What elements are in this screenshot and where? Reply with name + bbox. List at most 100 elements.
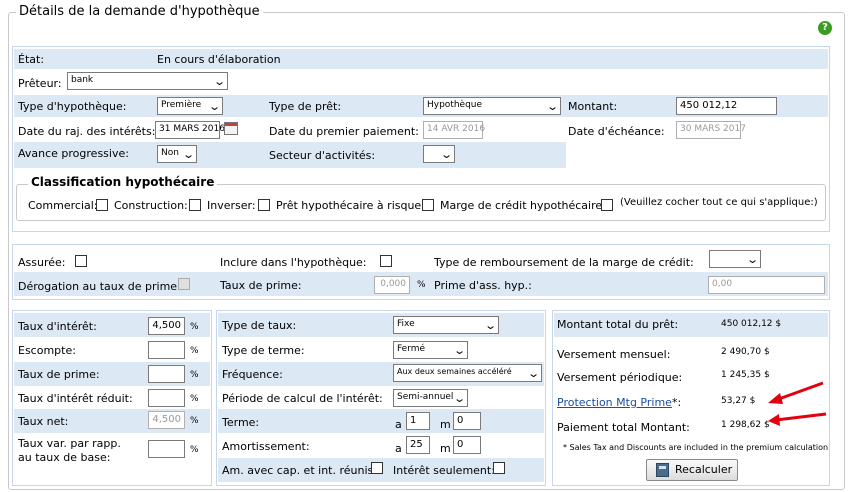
amort-annees-input[interactable]: 25 <box>406 436 430 454</box>
type-terme-label: Type de terme: <box>222 344 305 357</box>
commercial-checkbox[interactable] <box>96 199 108 211</box>
type-pret-select[interactable]: Hypothèque ⌄ <box>423 97 561 115</box>
mensuel-label: Versement mensuel: <box>557 348 671 361</box>
taux-prime-pct: % <box>417 280 426 290</box>
interet-seul-label: Intérêt seulement: <box>393 464 495 477</box>
terme-a: a <box>395 418 402 431</box>
arrow-protection-icon <box>768 381 824 404</box>
terme-annees-input[interactable]: 1 <box>406 412 430 430</box>
pct-1: % <box>190 322 199 332</box>
construction-label: Construction: <box>114 199 188 212</box>
amort-a: a <box>395 442 402 455</box>
date-raj-label: Date du raj. des intérêts: <box>18 125 156 138</box>
frequence-select[interactable]: Aux deux semaines accéléré ⌄ <box>393 364 542 382</box>
help-icon[interactable]: ? <box>818 21 832 35</box>
etat-label: État: <box>18 53 45 66</box>
taux-var-label-1: Taux var. par rapp. <box>18 437 121 450</box>
calculator-icon <box>656 463 669 477</box>
amort-mois-input[interactable]: 0 <box>453 436 481 454</box>
mensuel-value: 2 490,70 $ <box>721 347 770 357</box>
type-taux-label: Type de taux: <box>222 319 297 332</box>
escompte-label: Escompte: <box>18 344 76 357</box>
periodique-label: Versement périodique: <box>557 371 683 384</box>
date-premier-input[interactable]: 14 AVR 2016 <box>423 121 485 139</box>
type-pret-label: Type de prêt: <box>269 100 342 113</box>
protection-link[interactable]: Protection Mtg Prime <box>557 396 672 409</box>
taux-prime-rate-input[interactable] <box>148 365 185 383</box>
pct-3: % <box>190 370 199 380</box>
derogation-checkbox[interactable] <box>178 278 190 290</box>
taux-net-label: Taux net: <box>18 415 69 428</box>
periode-label: Période de calcul de l'intérêt: <box>222 392 383 405</box>
preteur-select[interactable]: bank ⌄ <box>67 72 228 90</box>
avance-select[interactable]: Non ⌄ <box>157 145 197 163</box>
taux-interet-input[interactable]: 4,500 <box>148 317 185 335</box>
periode-select[interactable]: Semi-annuel ⌄ <box>393 389 468 407</box>
premium-note: * Sales Tax and Discounts are included i… <box>563 443 829 452</box>
amort-label: Amortissement: <box>222 440 310 453</box>
prime-ass-label: Prime d'ass. hyp.: <box>434 279 532 292</box>
date-raj-input[interactable]: 31 MARS 2016 <box>155 121 225 139</box>
am-cap-label: Am. avec cap. et int. réunis: <box>222 464 377 477</box>
taux-interet-label: Taux d'intérêt: <box>18 320 97 333</box>
type-terme-select[interactable]: Fermé ⌄ <box>393 341 468 359</box>
assuree-label: Assurée: <box>18 256 66 269</box>
secteur-label: Secteur d'activités: <box>269 149 376 162</box>
montant-input[interactable]: 450 012,12 <box>676 97 777 115</box>
date-echeance-input[interactable]: 30 MARS 2017 <box>676 121 746 139</box>
marge-checkbox[interactable] <box>601 199 613 211</box>
commercial-label: Commercial: <box>28 199 98 212</box>
prime-ass-input[interactable]: 0,00 <box>708 276 825 294</box>
date-premier-label: Date du premier paiement: <box>269 125 419 138</box>
terme-m: m <box>440 418 451 431</box>
pct-2: % <box>190 346 199 356</box>
inclure-label: Inclure dans l'hypothèque: <box>220 256 367 269</box>
montant-total-value: 450 012,12 $ <box>721 319 782 329</box>
am-cap-checkbox[interactable] <box>371 462 383 474</box>
marge-label: Marge de crédit hypothécaire: <box>440 199 606 212</box>
inverser-label: Inverser: <box>207 199 256 212</box>
construction-checkbox[interactable] <box>189 199 201 211</box>
page-title: Détails de la demande d'hypothèque <box>16 4 263 19</box>
montant-total-label: Montant total du prêt: <box>557 318 679 331</box>
terme-mois-input[interactable]: 0 <box>453 412 481 430</box>
recalculer-button[interactable]: Recalculer <box>646 459 738 481</box>
calendar-icon[interactable] <box>224 122 238 135</box>
taux-var-label-2: au taux de base: <box>18 451 111 464</box>
interet-seul-checkbox[interactable] <box>493 462 505 474</box>
annotation-arrows <box>768 381 827 426</box>
taux-prime-input[interactable]: 0,000 <box>374 276 410 294</box>
preteur-label: Prêteur: <box>18 77 62 90</box>
type-taux-select[interactable]: Fixe ⌄ <box>393 316 499 334</box>
taux-var-input[interactable] <box>148 440 185 458</box>
date-echeance-label: Date d'échéance: <box>568 125 665 138</box>
secteur-select[interactable]: ⌄ <box>423 145 455 163</box>
taux-reduit-input[interactable] <box>148 389 185 407</box>
risque-checkbox[interactable] <box>422 199 434 211</box>
type-hypotheque-select[interactable]: Première ⌄ <box>157 97 223 115</box>
classification-legend: Classification hypothécaire <box>28 175 218 189</box>
row-terme <box>218 409 544 433</box>
taux-reduit-label: Taux d'intérêt réduit: <box>18 392 133 405</box>
inverser-checkbox[interactable] <box>258 199 270 211</box>
amort-m: m <box>440 442 451 455</box>
avance-label: Avance progressive: <box>18 147 129 160</box>
arrow-paiement-total-icon <box>768 412 827 426</box>
type-remb-select[interactable]: ⌄ <box>709 250 761 268</box>
protection-label: Protection Mtg Prime*: <box>557 396 682 409</box>
inclure-checkbox[interactable] <box>380 255 392 267</box>
etat-value: En cours d'élaboration <box>157 53 281 66</box>
protection-value: 53,27 $ <box>721 396 756 406</box>
periodique-value: 1 245,35 $ <box>721 370 770 380</box>
frequence-label: Fréquence: <box>222 368 283 381</box>
escompte-input[interactable] <box>148 341 185 359</box>
taux-net-input[interactable]: 4,500 <box>148 411 185 429</box>
type-remb-label: Type de remboursement de la marge de cré… <box>434 256 694 269</box>
risque-label: Prêt hypothécaire à risque: <box>276 199 425 212</box>
assuree-checkbox[interactable] <box>75 255 87 267</box>
montant-label: Montant: <box>568 100 618 113</box>
pct-4: % <box>190 394 199 404</box>
type-hypotheque-label: Type d'hypothèque: <box>18 100 127 113</box>
pct-5: % <box>190 416 199 426</box>
derogation-label: Dérogation au taux de prime: <box>18 280 181 293</box>
